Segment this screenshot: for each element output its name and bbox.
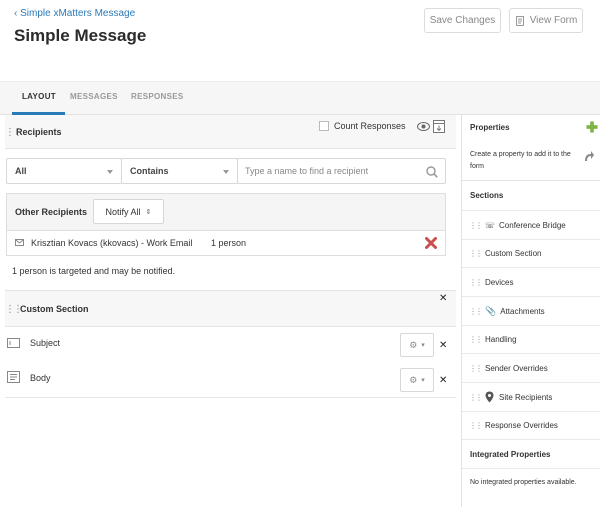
drag-handle-icon: ⋮⋮ xyxy=(469,277,483,287)
settings-panel-icon[interactable] xyxy=(433,120,445,133)
sidebar-section-custom-section[interactable]: ⋮⋮ Custom Section xyxy=(462,240,600,268)
remove-field-icon[interactable]: ✕ xyxy=(439,340,447,351)
drag-handle-icon: ⋮⋮ xyxy=(469,363,483,373)
target-note: 1 person is targeted and may be notified… xyxy=(12,266,176,276)
drag-handle-icon: ⋮⋮ xyxy=(469,421,483,430)
save-changes-button[interactable]: Save Changes xyxy=(424,8,501,33)
field-label: Subject xyxy=(30,338,61,348)
sidebar-section-devices[interactable]: ⋮⋮ Devices xyxy=(462,268,600,297)
location-pin-icon xyxy=(485,391,494,403)
drag-handle-icon[interactable]: ⋮⋮ xyxy=(5,304,23,315)
eye-icon[interactable] xyxy=(417,122,430,131)
phone-icon: ☏ xyxy=(485,220,496,230)
text-area-icon xyxy=(7,371,20,383)
recipient-filter-select[interactable]: All xyxy=(6,158,122,184)
breadcrumb[interactable]: ‹ Simple xMatters Message xyxy=(14,8,135,19)
field-label: Body xyxy=(30,373,51,383)
sidebar-section-response-overrides[interactable]: ⋮⋮ Response Overrides xyxy=(462,412,600,440)
properties-hint: Create a property to add it to the form xyxy=(470,151,571,170)
remove-recipient-icon[interactable] xyxy=(425,237,437,249)
sidebar: Properties Create a property to add it t… xyxy=(461,115,600,507)
remove-field-icon[interactable]: ✕ xyxy=(439,375,447,386)
layout-canvas: ⋮⋮ Recipients Count Responses All Contai… xyxy=(5,115,456,398)
tab-layout[interactable]: LAYOUT xyxy=(22,92,56,101)
chevron-updown-icon: ⇕ xyxy=(145,208,152,216)
divider xyxy=(5,397,456,398)
chevron-down-icon: ▾ xyxy=(421,377,425,384)
chevron-down-icon xyxy=(223,170,229,174)
recipient-search-input[interactable]: Type a name to find a recipient xyxy=(237,158,446,184)
sidebar-section-sender-overrides[interactable]: ⋮⋮ Sender Overrides xyxy=(462,354,600,383)
search-icon xyxy=(426,166,438,178)
recipient-operator-select[interactable]: Contains xyxy=(121,158,238,184)
sidebar-section-attachments[interactable]: ⋮⋮ 📎 Attachments xyxy=(462,297,600,326)
custom-section-title: Custom Section xyxy=(20,304,89,314)
count-responses-toggle[interactable]: Count Responses xyxy=(319,121,406,131)
integrated-properties-header: Integrated Properties xyxy=(462,440,600,469)
remove-section-icon[interactable]: ✕ xyxy=(439,293,447,304)
page-title: Simple Message xyxy=(14,26,147,45)
gear-icon: ⚙ xyxy=(409,374,418,385)
field-settings-button[interactable]: ⚙ ▾ xyxy=(400,333,434,357)
paperclip-icon: 📎 xyxy=(485,305,497,316)
field-settings-button[interactable]: ⚙ ▾ xyxy=(400,368,434,392)
arrow-up-icon xyxy=(585,151,594,161)
chevron-down-icon xyxy=(107,170,113,174)
drag-handle-icon: ⋮⋮ xyxy=(469,306,483,316)
count-responses-checkbox[interactable] xyxy=(319,121,329,131)
recipients-title: Recipients xyxy=(16,127,62,137)
tab-responses[interactable]: RESPONSES xyxy=(131,92,184,101)
chevron-down-icon: ▾ xyxy=(421,342,425,349)
sidebar-section-conference-bridge[interactable]: ⋮⋮ ☏ Conference Bridge xyxy=(462,211,600,240)
tab-messages[interactable]: MESSAGES xyxy=(70,92,118,101)
sections-header: Sections xyxy=(462,181,600,211)
integrated-properties-empty: No integrated properties available. xyxy=(470,479,577,486)
drag-handle-icon: ⋮⋮ xyxy=(469,335,483,344)
recipient-count: 1 person xyxy=(211,238,247,248)
notify-mode-select[interactable]: Notify All ⇕ xyxy=(93,199,164,224)
text-field-icon xyxy=(7,338,20,348)
view-form-button[interactable]: View Form xyxy=(509,8,583,33)
recipient-entry: Krisztian Kovacs (kkovacs) - Work Email xyxy=(31,238,193,248)
sidebar-section-site-recipients[interactable]: ⋮⋮ Site Recipients xyxy=(462,383,600,412)
document-icon xyxy=(515,15,524,26)
add-property-icon[interactable] xyxy=(586,121,598,133)
email-icon xyxy=(15,239,24,246)
drag-handle-icon: ⋮⋮ xyxy=(469,392,483,402)
sidebar-section-handling[interactable]: ⋮⋮ Handling xyxy=(462,326,600,354)
other-recipients-label: Other Recipients xyxy=(15,207,88,217)
drag-handle-icon: ⋮⋮ xyxy=(469,249,483,258)
drag-handle-icon: ⋮⋮ xyxy=(469,220,483,230)
properties-header: Properties xyxy=(470,123,510,132)
gear-icon: ⚙ xyxy=(409,339,418,350)
